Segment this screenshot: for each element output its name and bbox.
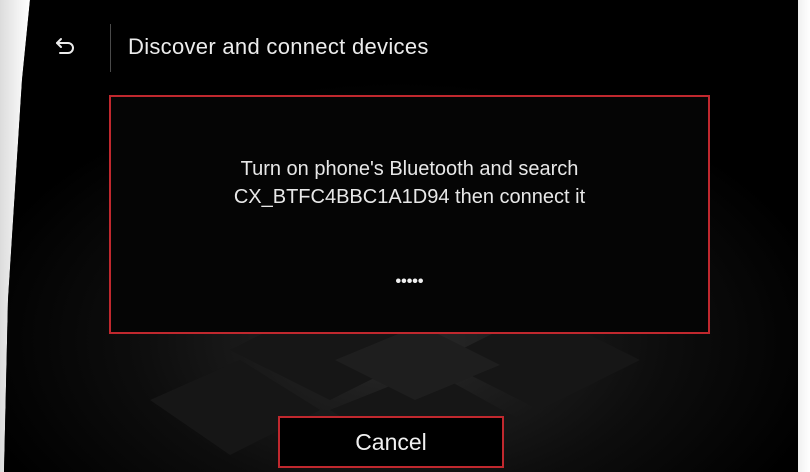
back-arrow-icon <box>55 35 77 62</box>
cancel-button[interactable]: Cancel <box>278 416 504 468</box>
pairing-instructions: Turn on phone's Bluetooth and search CX_… <box>111 155 708 211</box>
instruction-line-2: CX_BTFC4BBC1A1D94 then connect it <box>233 186 586 208</box>
bluetooth-pairing-dialog: Turn on phone's Bluetooth and search CX_… <box>109 95 710 334</box>
searching-progress-indicator: ••••• <box>395 273 424 290</box>
instruction-line-1: Turn on phone's Bluetooth and search <box>240 158 579 180</box>
photo-frame: Discover and connect devices Turn on pho… <box>0 0 810 472</box>
header-divider <box>110 24 111 72</box>
head-unit-screen: Discover and connect devices Turn on pho… <box>4 0 798 472</box>
back-button[interactable] <box>44 28 88 68</box>
backdrop-right <box>798 0 810 472</box>
page-title: Discover and connect devices <box>128 34 429 59</box>
